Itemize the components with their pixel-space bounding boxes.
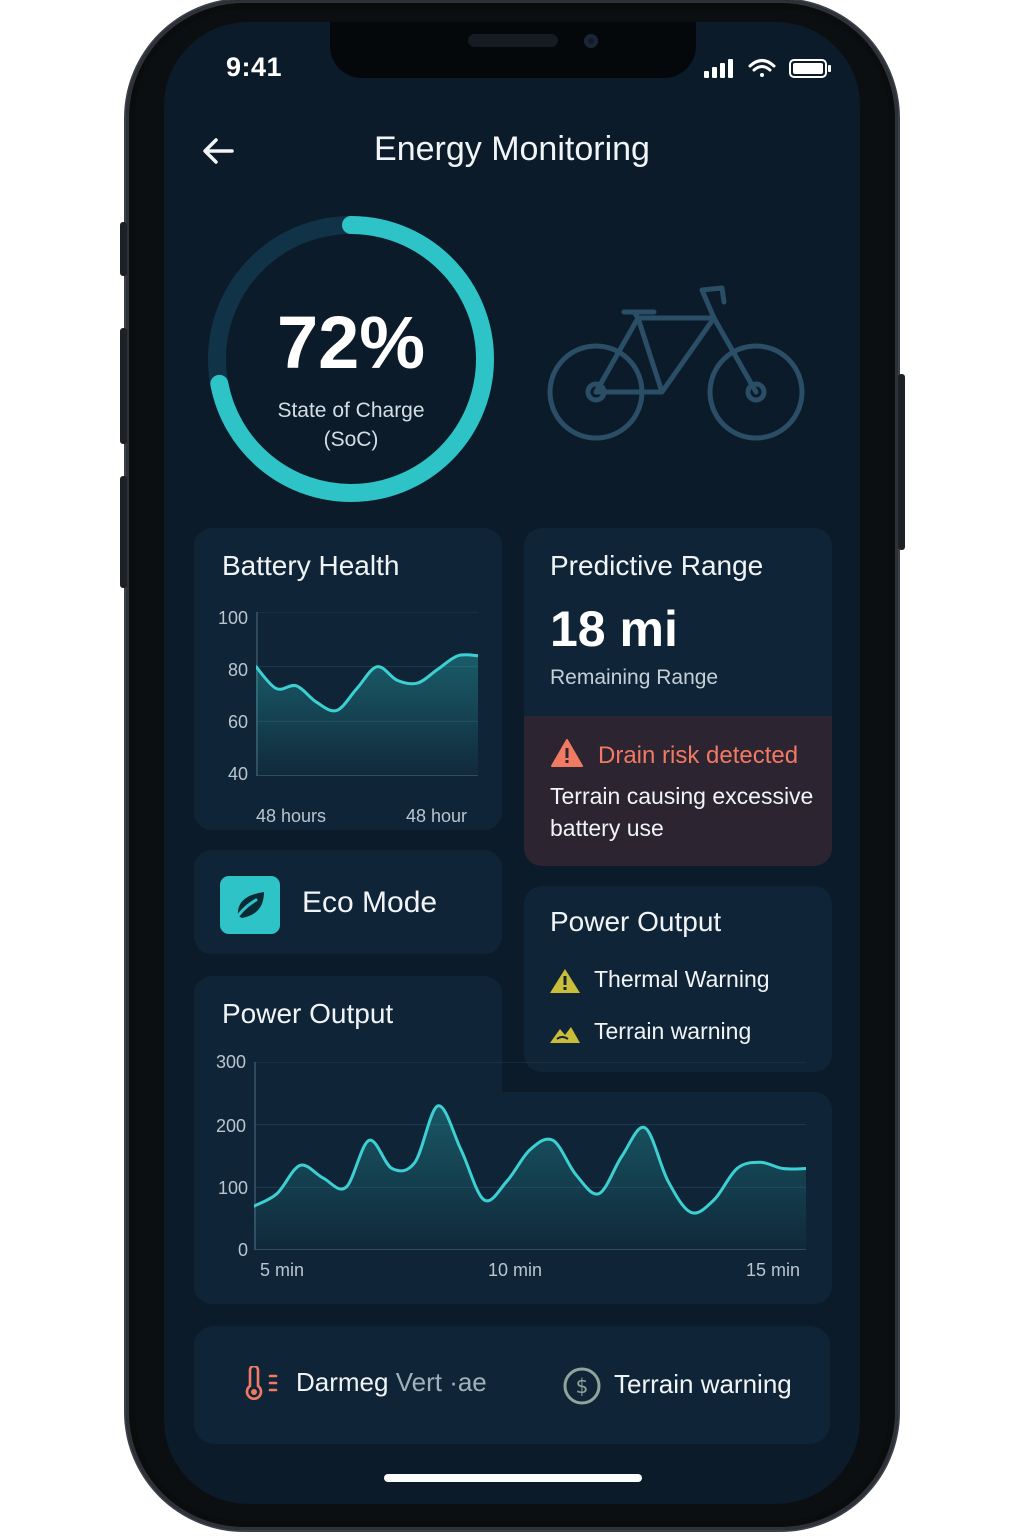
thermal-warning-row[interactable]: Thermal Warning	[548, 966, 770, 995]
thermometer-icon	[245, 1364, 278, 1400]
thermal-warning-label: Thermal Warning	[594, 966, 770, 992]
coin-icon: $	[563, 1367, 601, 1405]
battery-health-chart	[256, 612, 478, 776]
mute-switch	[120, 222, 127, 276]
bottom-status-bar: Darmeg Vert ·ae $ Terrain warning	[194, 1326, 830, 1444]
soc-label-line1: State of Charge	[277, 399, 425, 422]
bh-x-tick: 48 hours	[256, 806, 327, 826]
po-x-tick: 15 min	[746, 1260, 801, 1280]
terrain-warning-row[interactable]: Terrain warning	[548, 1018, 751, 1047]
predictive-range-title: Predictive Range	[550, 550, 764, 581]
eco-mode-toggle[interactable]: Eco Mode	[194, 850, 502, 954]
warning-triangle-icon	[551, 739, 583, 767]
bh-y-tick: 80	[228, 660, 249, 680]
status-icons	[704, 59, 831, 78]
speaker-grille	[468, 34, 558, 47]
bh-y-tick: 40	[228, 764, 249, 784]
bh-y-tick: 100	[218, 608, 249, 628]
bottom-item-label-b: Vert ·ae	[395, 1366, 487, 1397]
soc-label-line2: (SoC)	[323, 428, 379, 451]
power-output-chart	[254, 1062, 806, 1250]
soc-label: State of Charge (SoC)	[256, 396, 446, 454]
volume-up-button	[120, 328, 127, 444]
range-subtitle: Remaining Range	[550, 666, 719, 689]
range-value: 18 mi	[550, 601, 678, 657]
po-y-tick: 200	[216, 1116, 247, 1136]
page-title: Energy Monitoring	[374, 130, 650, 168]
soc-value: 72%	[276, 301, 426, 384]
bottom-item-thermal[interactable]: Darmeg Vert ·ae	[242, 1364, 487, 1402]
terrain-warning-label: Terrain warning	[594, 1018, 752, 1044]
bottom-item-label-a: Darmeg	[296, 1366, 389, 1397]
power-output-warnings-card[interactable]: Power Output Thermal Warning Terrain war…	[524, 886, 832, 1072]
po-x-tick: 10 min	[488, 1260, 543, 1280]
drain-alert[interactable]: Drain risk detected Terrain causing exce…	[524, 716, 832, 866]
home-indicator[interactable]	[384, 1474, 642, 1482]
po-y-tick: 0	[238, 1240, 249, 1260]
warning-triangle-icon	[550, 968, 580, 993]
predictive-range-card[interactable]: Predictive Range 18 mi Remaining Range D…	[524, 528, 832, 866]
bh-x-tick: 48 hour	[406, 806, 468, 826]
bottom-item-terrain[interactable]: $ Terrain warning	[562, 1366, 792, 1406]
bh-y-tick: 60	[228, 712, 249, 732]
alert-title: Drain risk detected	[598, 742, 799, 769]
power-output-warnings-title: Power Output	[550, 906, 722, 937]
volume-down-button	[120, 476, 127, 588]
battery-health-title: Battery Health	[222, 550, 400, 581]
app-screen: 9:41 Energy Monitoring 72% State of Char…	[164, 22, 860, 1504]
wifi-icon	[748, 59, 776, 77]
bicycle-icon	[547, 285, 805, 441]
eco-leaf-icon	[220, 876, 280, 934]
notch	[330, 22, 696, 78]
battery-icon	[789, 59, 831, 78]
chart-area-fill	[256, 654, 478, 776]
battery-health-card[interactable]: Battery Health 100 80 60 40 48 hours 48 …	[194, 528, 502, 830]
svg-text:$: $	[576, 1374, 589, 1398]
power-output-chart-title: Power Output	[222, 998, 394, 1029]
po-y-tick: 300	[216, 1052, 247, 1072]
status-time: 9:41	[226, 52, 283, 82]
eco-mode-label: Eco Mode	[302, 886, 438, 919]
power-button	[898, 374, 905, 550]
signal-icon	[704, 59, 733, 78]
alert-message: Terrain causing excessive battery use	[550, 783, 814, 841]
chart-area-fill	[254, 1105, 806, 1250]
terrain-icon	[550, 1026, 580, 1043]
po-y-tick: 100	[218, 1178, 249, 1198]
po-x-tick: 5 min	[260, 1260, 305, 1280]
bottom-item-terrain-label: Terrain warning	[614, 1368, 792, 1399]
front-camera	[584, 34, 598, 48]
